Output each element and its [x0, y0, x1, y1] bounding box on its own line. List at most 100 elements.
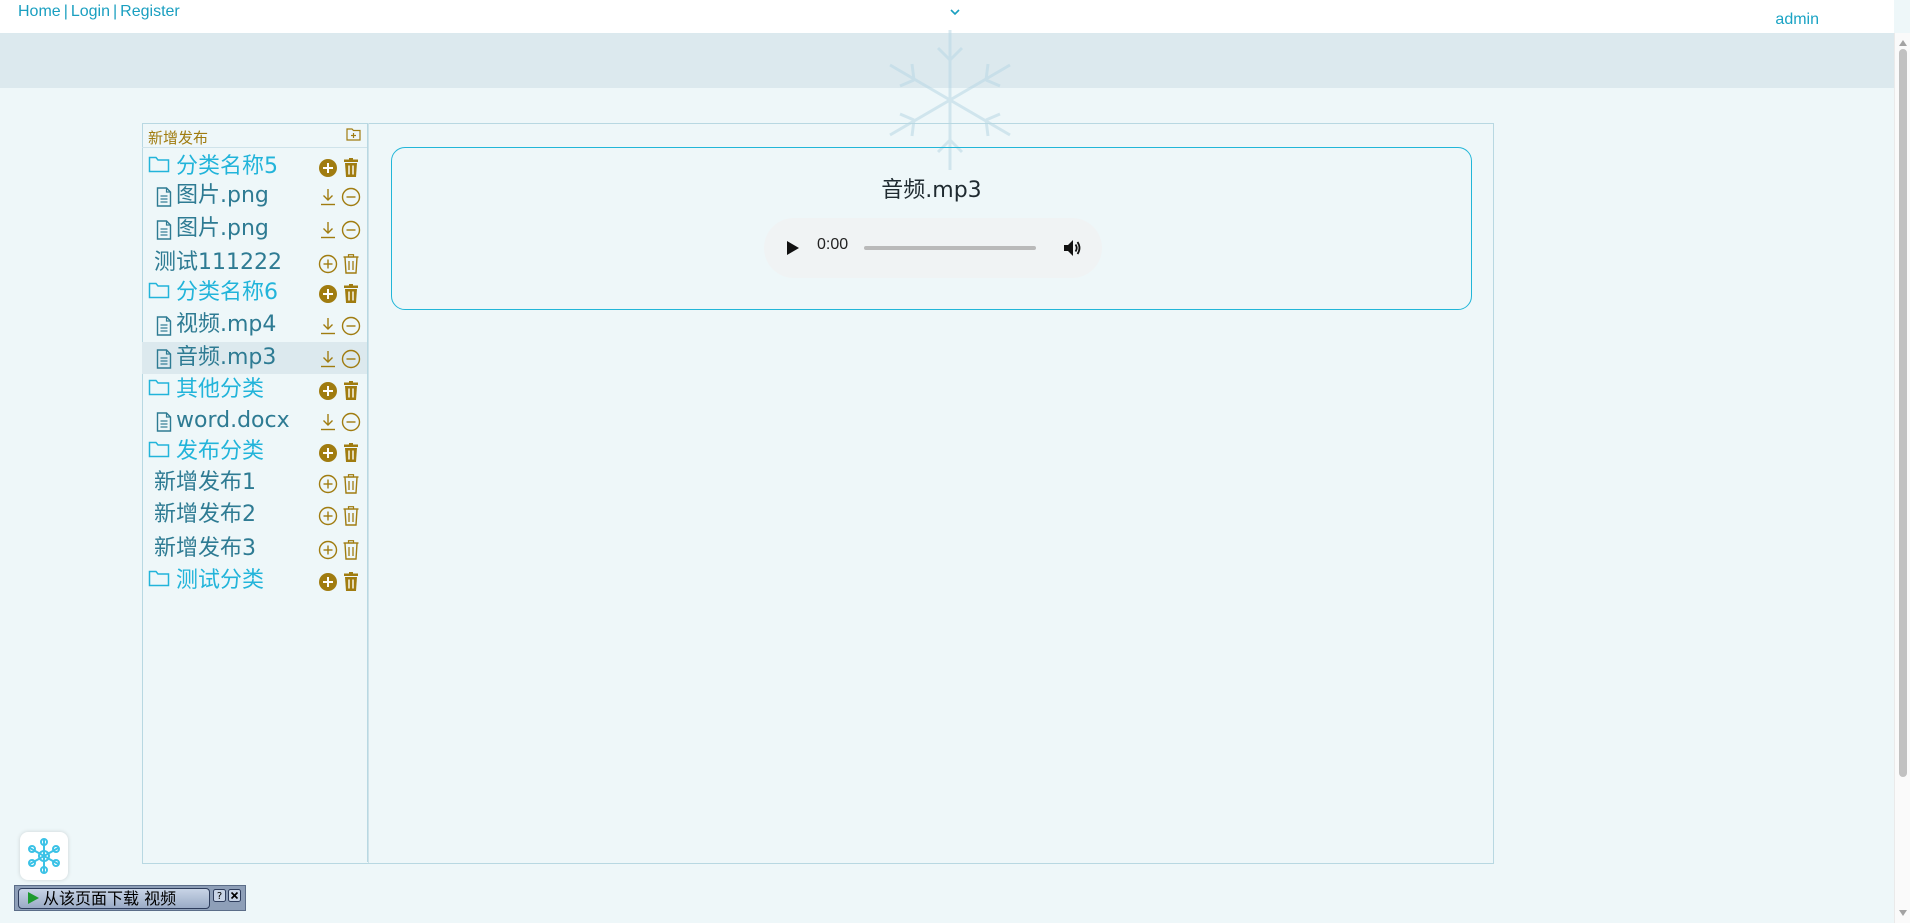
scroll-up-icon[interactable] — [1898, 39, 1908, 47]
trash-outline-icon[interactable] — [341, 540, 361, 560]
add-filled-icon[interactable] — [318, 381, 338, 401]
trash-filled-icon[interactable] — [341, 572, 361, 592]
tree-row-label[interactable]: 新增发布2 — [154, 499, 256, 531]
tree-row-label[interactable]: word.docx — [176, 405, 290, 437]
trash-outline-icon[interactable] — [341, 474, 361, 494]
tree-category[interactable]: 分类名称6 — [142, 277, 367, 309]
tree-row-label[interactable]: 图片.png — [176, 213, 269, 245]
add-circle-icon[interactable] — [318, 506, 338, 526]
tree-item[interactable]: 新增发布3 — [142, 533, 367, 565]
play-icon[interactable] — [782, 238, 802, 258]
new-publish-label[interactable]: 新增发布 — [148, 127, 208, 148]
add-circle-icon[interactable] — [318, 540, 338, 560]
audio-player: 0:00 — [764, 218, 1102, 278]
remove-circle-icon[interactable] — [341, 187, 361, 207]
folder-add-icon[interactable] — [346, 127, 361, 141]
close-icon[interactable] — [228, 889, 241, 902]
tree-item[interactable]: 新增发布1 — [142, 467, 367, 499]
top-nav: Home | Login | Register — [18, 3, 180, 21]
user-name[interactable]: admin — [1775, 11, 1819, 29]
tree-file[interactable]: 音频.mp3 — [142, 342, 367, 374]
scroll-thumb[interactable] — [1899, 49, 1907, 777]
tree-row-label[interactable]: 新增发布1 — [154, 467, 256, 499]
folder-icon — [148, 379, 170, 396]
trash-outline-icon[interactable] — [341, 254, 361, 274]
volume-icon[interactable] — [1061, 237, 1083, 259]
tree-category[interactable]: 发布分类 — [142, 436, 367, 468]
top-bar: Home | Login | Register admin — [0, 0, 1894, 34]
trash-filled-icon[interactable] — [341, 284, 361, 304]
home-link[interactable]: Home — [18, 3, 61, 20]
tree-file[interactable]: 视频.mp4 — [142, 309, 367, 341]
download-icon[interactable] — [318, 412, 338, 432]
remove-circle-icon[interactable] — [341, 316, 361, 336]
add-filled-icon[interactable] — [318, 284, 338, 304]
add-circle-icon[interactable] — [318, 254, 338, 274]
remove-circle-icon[interactable] — [341, 220, 361, 240]
folder-icon — [148, 282, 170, 299]
file-icon — [156, 220, 172, 240]
folder-icon — [148, 570, 170, 587]
add-filled-icon[interactable] — [318, 158, 338, 178]
tree-file[interactable]: 图片.png — [142, 180, 367, 212]
tree-category[interactable]: 其他分类 — [142, 374, 367, 406]
tree-row-label[interactable]: 测试分类 — [176, 565, 264, 597]
download-icon[interactable] — [318, 316, 338, 336]
page-scrollbar[interactable] — [1894, 33, 1910, 923]
media-card: 音频.mp3 0:00 — [391, 147, 1472, 310]
tree-row-label[interactable]: 视频.mp4 — [176, 309, 276, 341]
trash-filled-icon[interactable] — [341, 158, 361, 178]
svg-text:?: ? — [217, 891, 222, 902]
media-title: 音频.mp3 — [881, 178, 982, 203]
tree-item[interactable]: 测试111222 — [142, 247, 367, 279]
add-filled-icon[interactable] — [318, 443, 338, 463]
download-icon[interactable] — [318, 220, 338, 240]
file-icon — [156, 316, 172, 336]
add-circle-icon[interactable] — [318, 474, 338, 494]
tree-category[interactable]: 分类名称5 — [142, 151, 367, 183]
tree-row-label[interactable]: 分类名称6 — [176, 277, 278, 309]
tree-file[interactable]: 图片.png — [142, 213, 367, 245]
nav-separator: | — [113, 3, 118, 20]
play-triangle-icon — [28, 892, 39, 904]
trash-outline-icon[interactable] — [341, 506, 361, 526]
add-filled-icon[interactable] — [318, 572, 338, 592]
video-download-bar: 从该页面下载 视频 ? — [14, 885, 246, 911]
download-icon[interactable] — [318, 187, 338, 207]
tree-row-label[interactable]: 新增发布3 — [154, 533, 256, 565]
file-icon — [156, 349, 172, 369]
tree-row-label[interactable]: 发布分类 — [176, 436, 264, 468]
tree-row-label[interactable]: 其他分类 — [176, 374, 264, 406]
player-time: 0:00 — [817, 236, 849, 253]
tree-item[interactable]: 新增发布2 — [142, 499, 367, 531]
file-icon — [156, 187, 172, 207]
progress-track[interactable] — [864, 246, 1036, 250]
tree-row-label[interactable]: 音频.mp3 — [176, 342, 276, 374]
trash-filled-icon[interactable] — [341, 381, 361, 401]
tree-row-label[interactable]: 测试111222 — [154, 247, 282, 279]
login-link[interactable]: Login — [71, 3, 110, 20]
help-icon[interactable]: ? — [213, 889, 226, 902]
folder-icon — [148, 441, 170, 458]
trash-filled-icon[interactable] — [341, 443, 361, 463]
panel-divider — [368, 123, 369, 863]
folder-icon — [148, 156, 170, 173]
tree-row-label[interactable]: 图片.png — [176, 180, 269, 212]
register-link[interactable]: Register — [120, 3, 180, 20]
remove-circle-icon[interactable] — [341, 412, 361, 432]
nav-separator: | — [63, 3, 68, 20]
download-video-label: 从该页面下载 视频 — [43, 889, 177, 908]
snowflake-icon — [28, 838, 60, 874]
tree-category[interactable]: 测试分类 — [142, 565, 367, 597]
category-tree: 新增发布 分类名称5 图片.png 图片.png 测试111222 分类名称6 视频.mp… — [142, 123, 368, 862]
tree-file[interactable]: word.docx — [142, 405, 367, 437]
tree-row-label[interactable]: 分类名称5 — [176, 151, 278, 183]
floating-snowflake-button[interactable] — [20, 832, 68, 880]
download-icon[interactable] — [318, 349, 338, 369]
chevron-down-icon[interactable] — [948, 5, 962, 19]
remove-circle-icon[interactable] — [341, 349, 361, 369]
tree-header: 新增发布 — [142, 123, 367, 148]
download-video-button[interactable]: 从该页面下载 视频 — [18, 888, 210, 909]
file-icon — [156, 412, 172, 432]
scroll-down-icon[interactable] — [1898, 909, 1908, 917]
